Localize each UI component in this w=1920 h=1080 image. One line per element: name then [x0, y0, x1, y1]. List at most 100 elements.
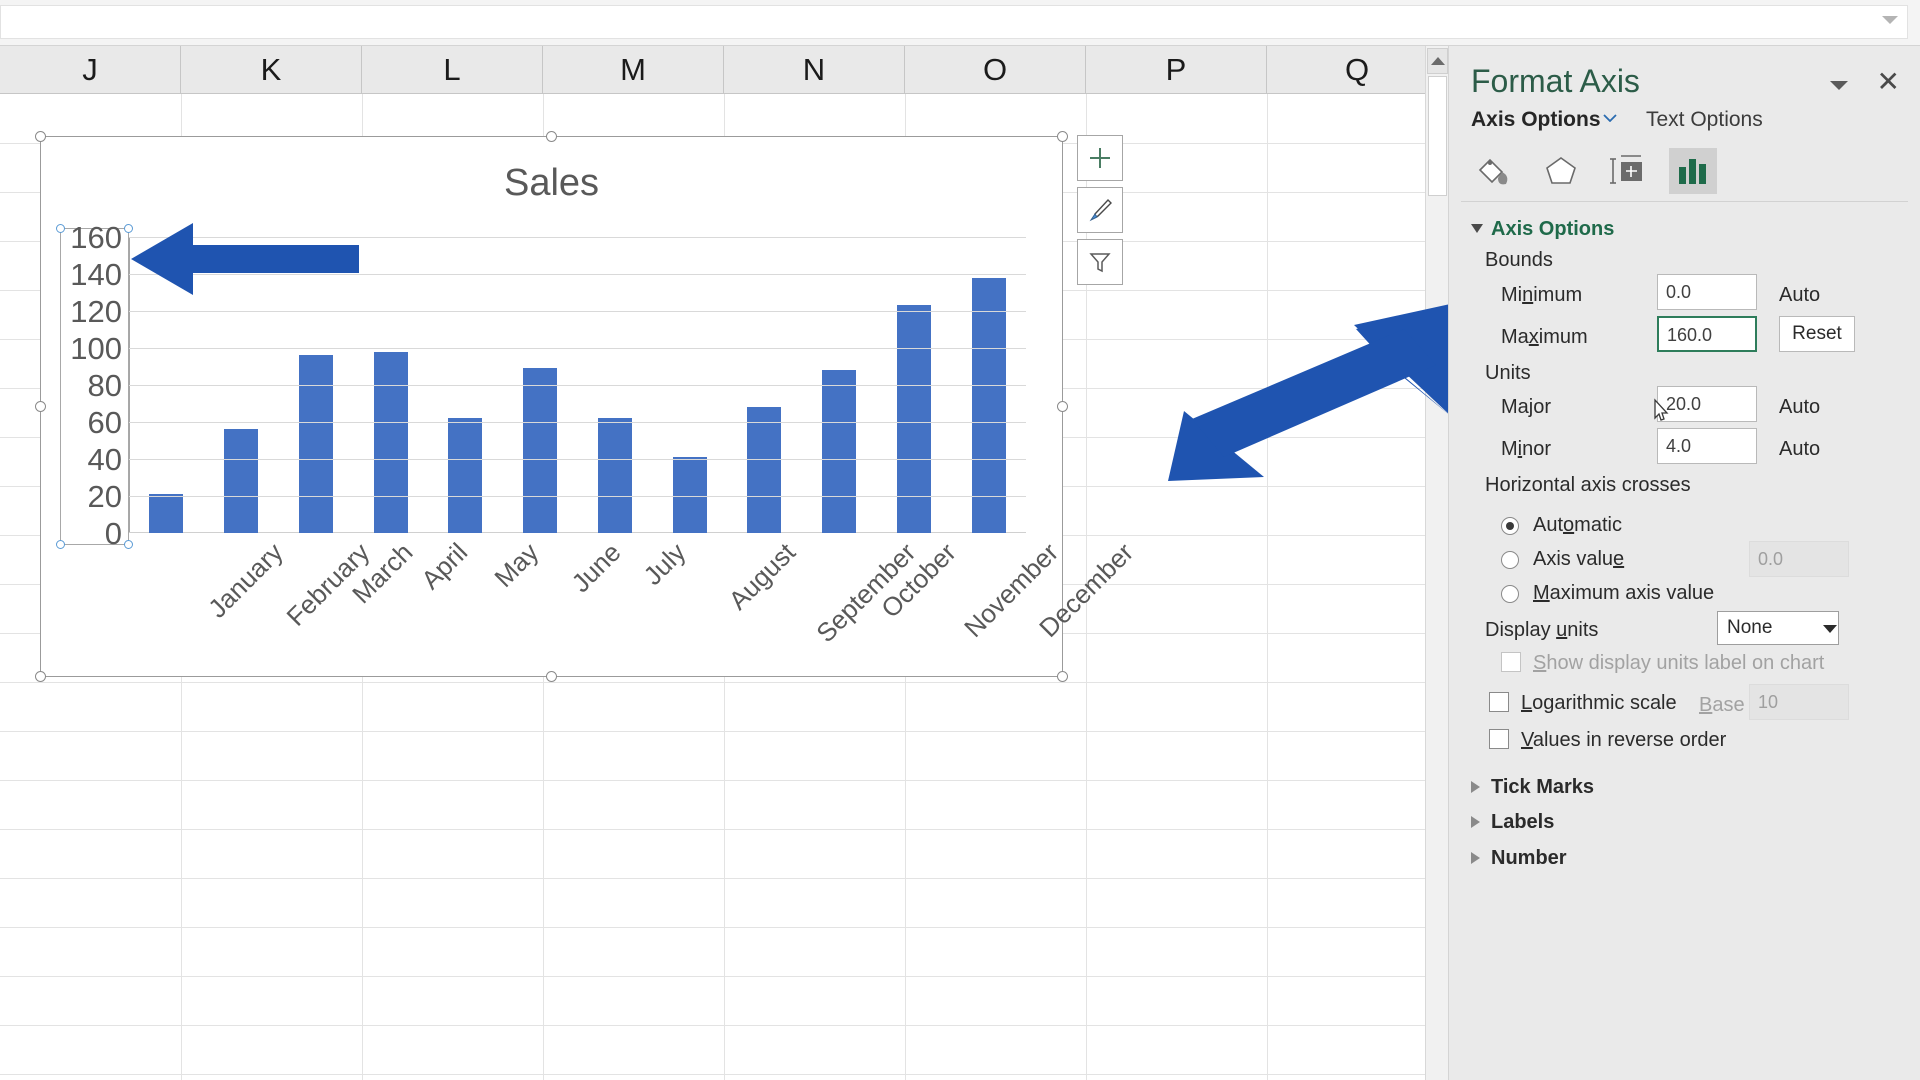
chart-handle-top-right[interactable]: [1057, 131, 1068, 142]
tab-axis-options[interactable]: Axis Options: [1471, 108, 1601, 132]
close-icon[interactable]: ✕: [1877, 68, 1900, 96]
formula-bar: [0, 0, 1920, 46]
scrollbar-thumb[interactable]: [1428, 76, 1447, 196]
grid-hline: [0, 927, 1448, 928]
chevron-down-icon[interactable]: [1830, 81, 1848, 90]
y-axis-tick-160: 160: [70, 222, 122, 253]
x-axis-label-august[interactable]: August: [722, 537, 801, 616]
column-header-k[interactable]: K: [181, 46, 362, 93]
axis-handle-top-left[interactable]: [56, 224, 65, 233]
axis-options-chart-icon[interactable]: [1669, 148, 1717, 194]
grid-hline: [0, 682, 1448, 683]
bar-november[interactable]: [897, 305, 931, 533]
radio-automatic[interactable]: [1501, 517, 1519, 535]
column-header-m[interactable]: M: [543, 46, 724, 93]
pane-divider: [1461, 201, 1908, 202]
major-unit-input[interactable]: 20.0: [1657, 386, 1757, 422]
bar-february[interactable]: [224, 429, 258, 533]
x-axis-label-january[interactable]: January: [202, 537, 289, 624]
chevron-down-icon[interactable]: [1882, 16, 1898, 24]
section-header-number[interactable]: Number: [1491, 847, 1567, 870]
bar-may[interactable]: [448, 418, 482, 533]
size-properties-icon[interactable]: [1603, 148, 1651, 194]
chart-handle-bottom-left[interactable]: [35, 671, 46, 682]
column-header-j[interactable]: J: [0, 46, 181, 93]
x-axis-label-april[interactable]: April: [415, 537, 474, 596]
x-axis-label-may[interactable]: May: [489, 537, 546, 594]
triangle-down-icon[interactable]: [1471, 224, 1483, 233]
chart-handle-top-center[interactable]: [546, 131, 557, 142]
grid-hline: [0, 731, 1448, 732]
chart-filters-button[interactable]: [1077, 239, 1123, 285]
fill-line-icon[interactable]: [1471, 148, 1519, 194]
chart-side-buttons: [1077, 135, 1123, 291]
maximum-reset-button[interactable]: Reset: [1779, 316, 1855, 352]
chart-handle-middle-left[interactable]: [35, 401, 46, 412]
bar-january[interactable]: [149, 494, 183, 533]
category-axis-labels[interactable]: JanuaryFebruaryMarchAprilMayJuneJulyAugu…: [129, 537, 1026, 667]
annotation-arrow-diagonal: [1168, 299, 1468, 484]
chevron-down-icon[interactable]: [1823, 625, 1837, 633]
radio-automatic-label[interactable]: Automatic: [1533, 514, 1622, 537]
scroll-up-arrow-icon[interactable]: [1427, 48, 1448, 74]
chart-handle-middle-right[interactable]: [1057, 401, 1068, 412]
effects-icon[interactable]: [1537, 148, 1585, 194]
chart-styles-button[interactable]: [1077, 187, 1123, 233]
minor-unit-input[interactable]: 4.0: [1657, 428, 1757, 464]
triangle-right-icon[interactable]: [1471, 816, 1480, 828]
values-reverse-order-checkbox[interactable]: [1489, 729, 1509, 749]
bar-june[interactable]: [523, 368, 557, 533]
display-units-select[interactable]: None: [1717, 611, 1839, 645]
values-reverse-order-label[interactable]: Values in reverse order: [1521, 729, 1726, 752]
section-header-tick-marks[interactable]: Tick Marks: [1491, 776, 1594, 799]
minimum-input[interactable]: 0.0: [1657, 274, 1757, 310]
triangle-right-icon[interactable]: [1471, 781, 1480, 793]
grid-hline: [0, 780, 1448, 781]
chevron-down-icon[interactable]: [1603, 114, 1617, 122]
bar-july[interactable]: [598, 418, 632, 533]
chart-handle-top-left[interactable]: [35, 131, 46, 142]
chart-title[interactable]: Sales: [41, 162, 1062, 205]
radio-maximum-axis-value-label[interactable]: Maximum axis value: [1533, 582, 1714, 605]
chart-elements-button[interactable]: [1077, 135, 1123, 181]
pane-title: Format Axis: [1471, 63, 1640, 100]
column-header-p[interactable]: P: [1086, 46, 1267, 93]
y-axis-tick-0: 0: [105, 518, 122, 549]
chart-handle-bottom-center[interactable]: [546, 671, 557, 682]
chart-handle-bottom-right[interactable]: [1057, 671, 1068, 682]
column-header-q[interactable]: Q: [1267, 46, 1448, 93]
major-label: Major: [1501, 396, 1551, 419]
column-header-o[interactable]: O: [905, 46, 1086, 93]
bar-december[interactable]: [972, 278, 1006, 533]
column-header-l[interactable]: L: [362, 46, 543, 93]
grid-hline: [0, 829, 1448, 830]
radio-axis-value-label[interactable]: Axis value: [1533, 548, 1624, 571]
section-header-axis-options[interactable]: Axis Options: [1491, 218, 1614, 241]
logarithmic-scale-checkbox[interactable]: [1489, 692, 1509, 712]
chart-object[interactable]: Sales 160140120100806040200 JanuaryFebru…: [40, 136, 1063, 677]
major-auto-button[interactable]: Auto: [1779, 396, 1820, 419]
radio-maximum-axis-value[interactable]: [1501, 585, 1519, 603]
bar-october[interactable]: [822, 370, 856, 533]
plus-icon: [1087, 145, 1113, 171]
maximum-input[interactable]: 160.0: [1657, 316, 1757, 352]
section-header-labels[interactable]: Labels: [1491, 811, 1554, 834]
value-axis-selection[interactable]: 160140120100806040200: [60, 228, 129, 545]
x-axis-label-july[interactable]: July: [637, 537, 692, 592]
triangle-right-icon[interactable]: [1471, 852, 1480, 864]
y-axis-tick-60: 60: [88, 407, 122, 438]
bar-april[interactable]: [374, 352, 408, 533]
x-axis-label-june[interactable]: June: [566, 537, 628, 599]
logarithmic-scale-label[interactable]: Logarithmic scale: [1521, 692, 1677, 715]
y-axis-tick-40: 40: [88, 444, 122, 475]
column-header-n[interactable]: N: [724, 46, 905, 93]
bar-september[interactable]: [747, 407, 781, 533]
radio-axis-value[interactable]: [1501, 551, 1519, 569]
minor-auto-button[interactable]: Auto: [1779, 438, 1820, 461]
formula-input[interactable]: [0, 5, 1908, 39]
bar-march[interactable]: [299, 355, 333, 533]
vertical-scrollbar[interactable]: [1425, 46, 1448, 1080]
axis-handle-bottom-left[interactable]: [56, 540, 65, 549]
minimum-auto-button[interactable]: Auto: [1779, 284, 1820, 307]
tab-text-options[interactable]: Text Options: [1646, 108, 1763, 132]
